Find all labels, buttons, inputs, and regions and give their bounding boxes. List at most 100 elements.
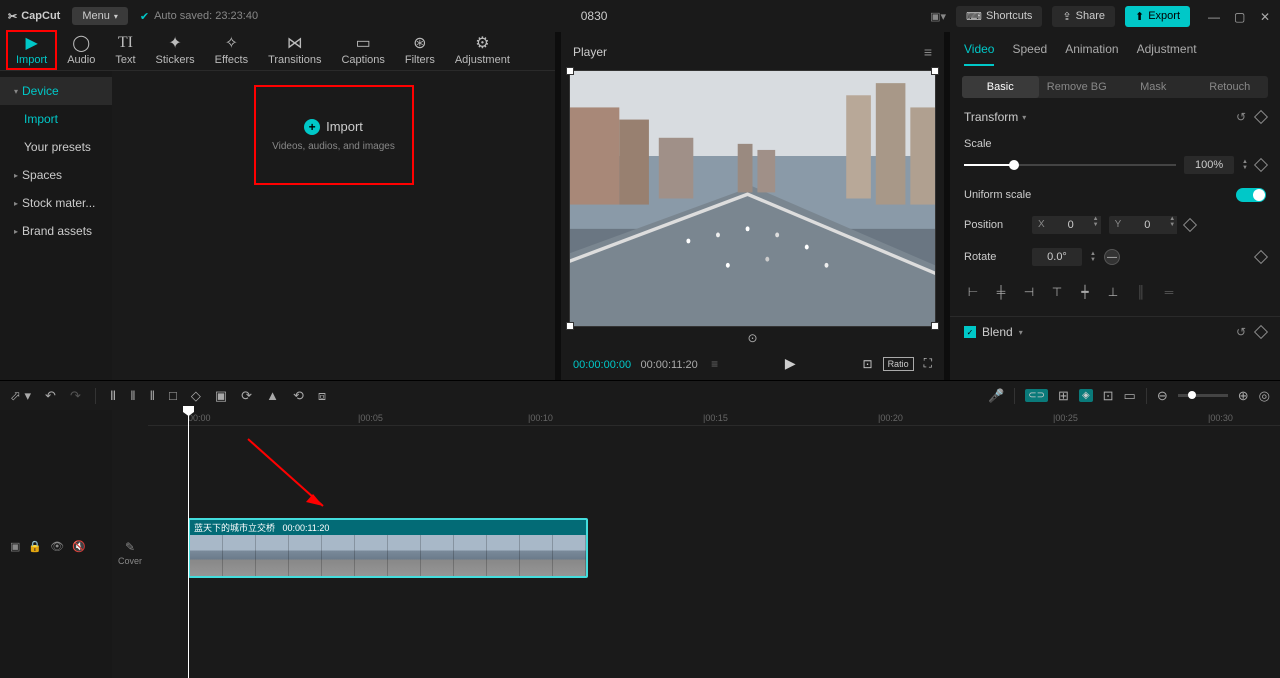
track-icon[interactable]: ⊡ [1103,388,1114,404]
reset-icon[interactable]: ↺ [1236,110,1246,124]
menu-button[interactable]: Menu ▾ [72,7,128,25]
pointer-tool-icon[interactable]: ⬀ ▾ [10,388,31,404]
zoom-in-icon[interactable]: ⊕ [1238,388,1249,404]
subtab-removebg[interactable]: Remove BG [1039,76,1116,98]
snap-icon[interactable]: ◈ [1079,389,1093,402]
prop-tab-video[interactable]: Video [964,42,994,66]
play-button[interactable]: ▶ [785,355,796,372]
eye-icon[interactable]: 👁 [50,540,64,553]
player-preview[interactable] [569,70,936,327]
sidebar-brand[interactable]: ▸Brand assets [0,217,112,245]
align-bottom-icon[interactable]: ⊥ [1104,284,1122,300]
playhead[interactable] [188,410,189,678]
layout-icon[interactable]: ▣▾ [930,10,946,23]
keyframe-icon[interactable] [1183,218,1197,232]
resize-handle[interactable] [566,322,574,330]
minimize-button[interactable]: — [1208,10,1220,22]
cover-label[interactable]: Cover [118,556,142,566]
sidebar-presets[interactable]: Your presets [0,133,112,161]
timeline-ruler[interactable]: 00:00 |00:05 |00:10 |00:15 |00:20 |00:25… [148,410,1280,426]
scale-slider[interactable] [964,164,1176,166]
keyframe-icon[interactable] [1254,110,1268,124]
edit-icon[interactable]: ✎ [125,540,135,554]
rotate-value[interactable]: 0.0° [1032,248,1082,266]
close-button[interactable]: ✕ [1260,10,1272,22]
subtab-mask[interactable]: Mask [1115,76,1192,98]
resize-handle[interactable] [931,322,939,330]
align-right-icon[interactable]: ⊣ [1020,284,1038,300]
distribute-v-icon[interactable]: ═ [1160,284,1178,300]
link-icon[interactable]: ⊞ [1058,388,1069,404]
tab-filters[interactable]: ⊛ Filters [395,30,445,70]
keyframe-icon[interactable] [1254,158,1268,172]
split-left-icon[interactable]: ‖ [130,388,135,403]
tab-adjustment[interactable]: ⚙ Adjustment [445,30,520,70]
distribute-h-icon[interactable]: ║ [1132,284,1150,300]
position-y[interactable]: 0 [1127,216,1167,234]
uniform-scale-toggle[interactable] [1236,188,1266,202]
timeline-tracks[interactable]: 00:00 |00:05 |00:10 |00:15 |00:20 |00:25… [148,410,1280,678]
sidebar-import[interactable]: Import [0,105,112,133]
maximize-button[interactable]: ▢ [1234,10,1246,22]
tab-import[interactable]: ▶ Import [6,30,57,70]
sidebar-spaces[interactable]: ▸Spaces [0,161,112,189]
duplicate-icon[interactable]: ▣ [215,388,227,404]
fullscreen-icon[interactable]: ⛶ [924,356,932,371]
mute-icon[interactable]: 🔇 [72,540,86,553]
list-icon[interactable]: ≡ [711,357,718,371]
crop-icon[interactable]: □ [169,388,177,403]
scale-value[interactable]: 100% [1184,156,1234,174]
y-spinner[interactable]: ▲▼ [1167,216,1177,234]
share-button[interactable]: ⇪ Share [1052,6,1115,27]
layer-icon[interactable]: ▣ [10,540,20,553]
blend-checkbox[interactable]: ✓ [964,326,976,338]
tab-stickers[interactable]: ✦ Stickers [146,30,205,70]
sidebar-device[interactable]: ▾Device [0,77,112,105]
resize-handle[interactable] [931,67,939,75]
prop-tab-adjustment[interactable]: Adjustment [1137,42,1197,66]
lock-icon[interactable]: 🔒 [28,540,42,553]
align-top-icon[interactable]: ⊤ [1048,284,1066,300]
scan-icon[interactable]: ⊡ [863,357,873,371]
split-icon[interactable]: Ⅱ [110,388,116,404]
position-x[interactable]: 0 [1051,216,1091,234]
snapshot-button[interactable]: ⊙ [569,327,936,349]
tab-transitions[interactable]: ⋈ Transitions [258,30,331,70]
preview-icon[interactable]: ▭ [1124,388,1136,404]
crop-tool-icon[interactable]: ⧈ [318,388,326,404]
reverse-icon[interactable]: ⟳ [241,388,252,404]
zoom-out-icon[interactable]: ⊖ [1157,388,1168,404]
marker-icon[interactable]: ◇ [191,388,201,404]
rotate-spinner[interactable]: ▲▼ [1090,251,1096,263]
export-button[interactable]: ⬆ Export [1125,6,1190,27]
video-clip[interactable]: 蓝天下的城市立交桥 00:00:11:20 [188,518,588,578]
reset-icon[interactable]: ↺ [1236,325,1246,339]
shortcuts-button[interactable]: ⌨ Shortcuts [956,6,1042,27]
subtab-retouch[interactable]: Retouch [1192,76,1269,98]
align-left-icon[interactable]: ⊢ [964,284,982,300]
ratio-button[interactable]: Ratio [883,357,914,371]
transform-header[interactable]: Transform ▾ [964,110,1026,124]
subtab-basic[interactable]: Basic [962,76,1039,98]
align-center-h-icon[interactable]: ╪ [992,284,1010,300]
prop-tab-speed[interactable]: Speed [1012,42,1047,66]
mirror-icon[interactable]: ▲ [266,388,279,403]
tab-text[interactable]: TI Text [105,30,145,70]
scale-spinner[interactable]: ▲▼ [1242,159,1248,171]
rotate-dial[interactable]: — [1104,249,1120,265]
rotate-tool-icon[interactable]: ⟲ [293,388,304,404]
import-dropzone[interactable]: + Import Videos, audios, and images [254,85,414,185]
prop-tab-animation[interactable]: Animation [1065,42,1118,66]
zoom-slider[interactable] [1178,394,1228,397]
slider-thumb[interactable] [1009,160,1019,170]
split-right-icon[interactable]: ‖ [150,388,155,403]
keyframe-icon[interactable] [1254,250,1268,264]
tab-effects[interactable]: ✧ Effects [205,30,258,70]
zoom-thumb[interactable] [1188,391,1196,399]
resize-handle[interactable] [566,67,574,75]
magnet-icon[interactable]: ⊂⊃ [1025,389,1048,402]
mic-icon[interactable]: 🎤 [988,388,1004,404]
player-menu-icon[interactable]: ≡ [924,44,932,60]
undo-icon[interactable]: ↶ [45,388,56,404]
keyframe-icon[interactable] [1254,325,1268,339]
